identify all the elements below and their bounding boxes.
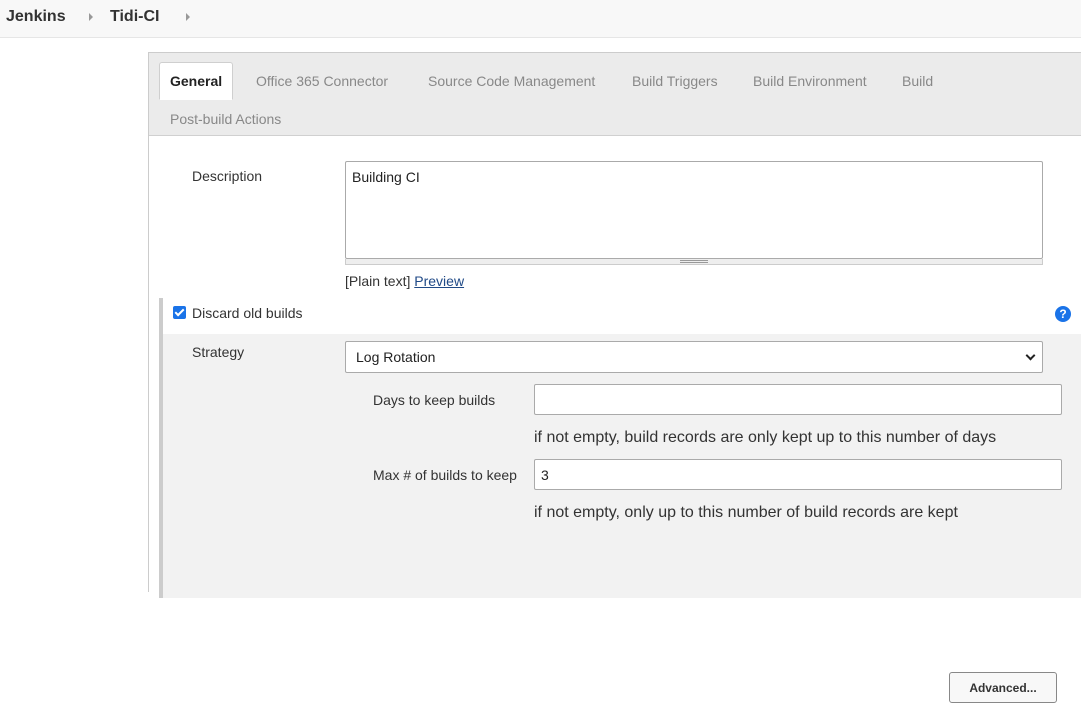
discard-old-builds-block: Discard old builds ? Strategy Log Rotati… bbox=[159, 298, 1081, 703]
tab-build-environment[interactable]: Build Environment bbox=[753, 73, 867, 89]
grip-icon bbox=[680, 260, 708, 263]
tab-source-code-management[interactable]: Source Code Management bbox=[428, 73, 595, 89]
chevron-down-icon bbox=[1025, 350, 1036, 361]
discard-old-builds-label[interactable]: Discard old builds bbox=[192, 305, 303, 321]
max-builds-label: Max # of builds to keep bbox=[373, 467, 517, 483]
tab-post-build-actions[interactable]: Post-build Actions bbox=[170, 111, 281, 127]
tab-build[interactable]: Build bbox=[902, 73, 933, 89]
breadcrumb-jenkins[interactable]: Jenkins bbox=[6, 8, 66, 26]
markup-format-line: [Plain text] Preview bbox=[345, 273, 464, 289]
days-to-keep-hint: if not empty, build records are only kep… bbox=[534, 429, 997, 446]
textarea-resize-handle[interactable] bbox=[345, 259, 1043, 265]
config-tabbar: General Office 365 Connector Source Code… bbox=[149, 53, 1081, 136]
breadcrumb-job[interactable]: Tidi-CI bbox=[110, 8, 159, 26]
description-label: Description bbox=[192, 168, 263, 184]
description-textarea[interactable]: Building CI bbox=[345, 161, 1043, 259]
job-config-panel: General Office 365 Connector Source Code… bbox=[148, 52, 1081, 703]
strategy-select[interactable]: Log Rotation bbox=[345, 341, 1043, 373]
discard-old-builds-checkbox[interactable] bbox=[173, 306, 186, 319]
max-builds-input[interactable] bbox=[534, 459, 1062, 490]
tab-general[interactable]: General bbox=[159, 62, 234, 100]
advanced-button[interactable]: Advanced... bbox=[949, 672, 1057, 703]
tab-office-365-connector[interactable]: Office 365 Connector bbox=[256, 73, 388, 89]
strategy-selected-value: Log Rotation bbox=[356, 349, 436, 365]
preview-link[interactable]: Preview bbox=[414, 273, 464, 289]
max-builds-hint: if not empty, only up to this number of … bbox=[534, 504, 958, 521]
days-to-keep-label: Days to keep builds bbox=[373, 392, 496, 408]
help-icon[interactable]: ? bbox=[1055, 306, 1071, 322]
general-section: Description Building CI [Plain text] Pre… bbox=[149, 136, 1081, 703]
chevron-right-icon[interactable] bbox=[186, 13, 190, 21]
discard-old-builds-header: Discard old builds ? bbox=[163, 298, 1081, 334]
breadcrumb: Jenkins Tidi-CI bbox=[0, 0, 1081, 38]
days-to-keep-input[interactable] bbox=[534, 384, 1062, 415]
tab-build-triggers[interactable]: Build Triggers bbox=[632, 73, 718, 89]
plain-text-label: [Plain text] bbox=[345, 273, 411, 289]
chevron-right-icon[interactable] bbox=[89, 13, 93, 21]
strategy-label: Strategy bbox=[192, 344, 245, 360]
